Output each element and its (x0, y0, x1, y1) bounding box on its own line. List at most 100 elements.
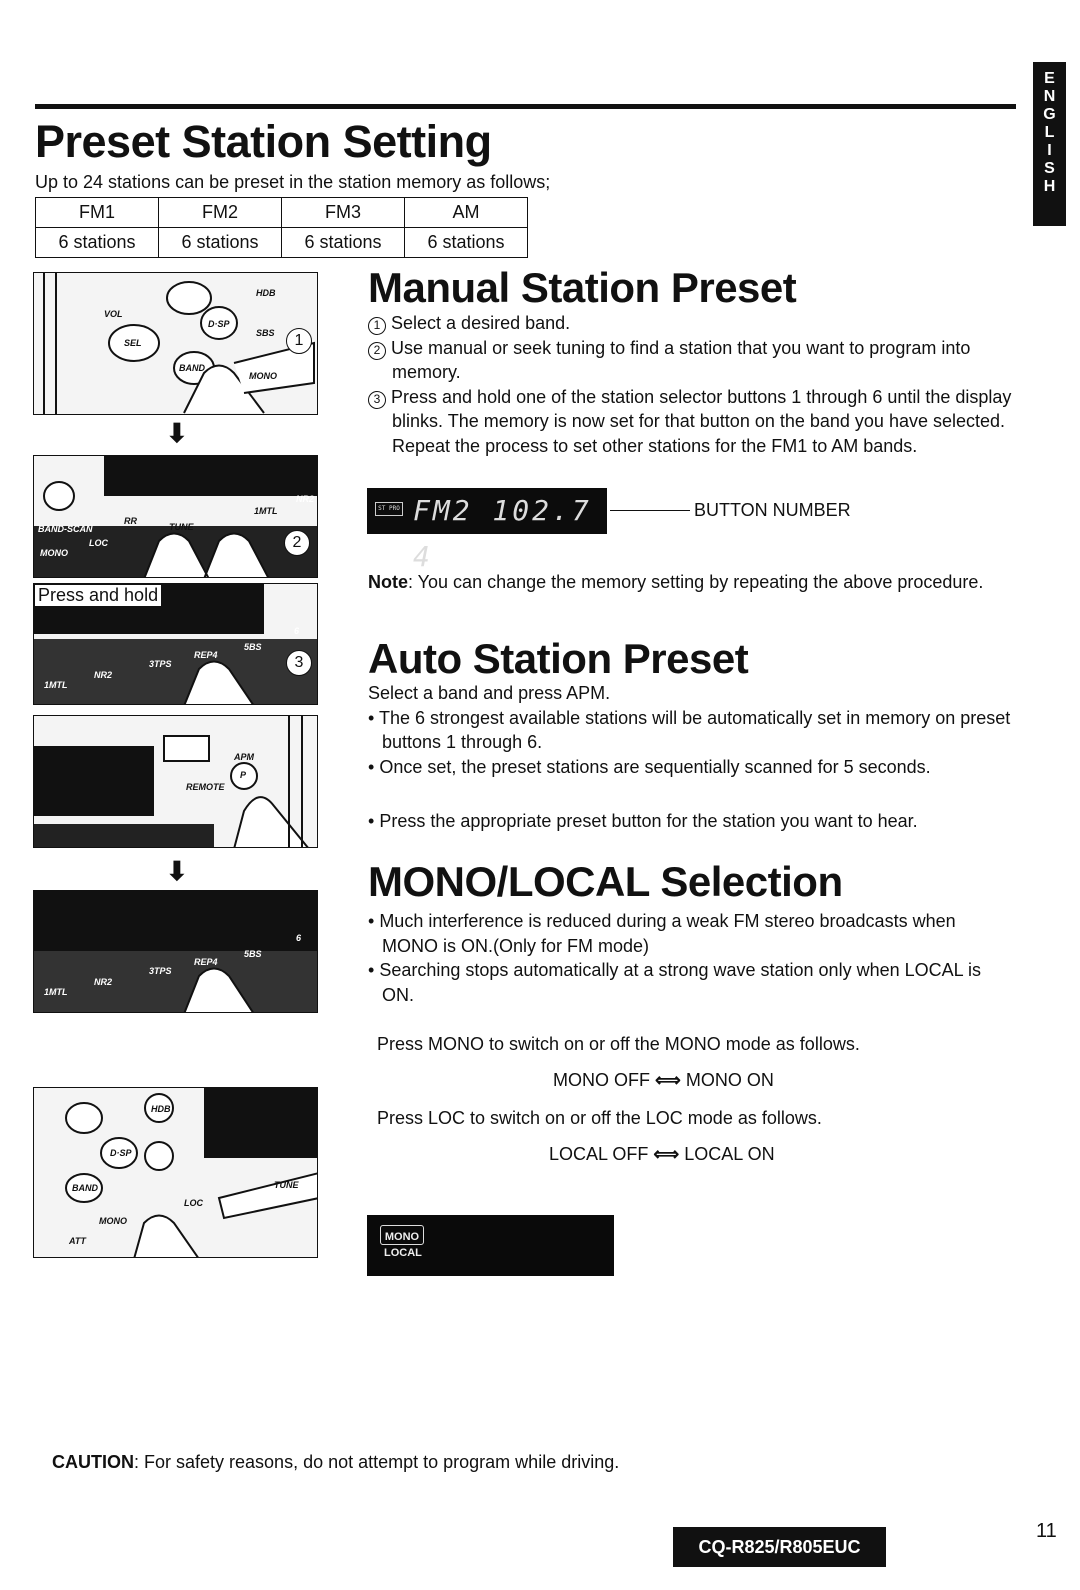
manual-preset-heading: Manual Station Preset (368, 264, 797, 311)
table-cell: 6 stations (35, 227, 159, 258)
mono-off-label: MONO OFF (553, 1070, 650, 1090)
step-number: 3 (286, 650, 312, 676)
page-number: 11 (1036, 1520, 1057, 1542)
lang-letter: N (1043, 88, 1056, 105)
intro-text: Up to 24 stations can be preset in the s… (35, 172, 551, 192)
mono-local-heading: MONO/LOCAL Selection (368, 858, 843, 905)
6-label: 6 (296, 933, 302, 943)
bullet-text: Once set, the preset stations are sequen… (379, 756, 931, 777)
mono-instruction: Press MONO to switch on or off the MONO … (377, 1034, 860, 1054)
mono-indicator: MONO (380, 1225, 424, 1245)
hdb-label: HDB (256, 288, 276, 298)
step-number: 1 (368, 317, 386, 335)
lang-letter: I (1047, 142, 1052, 159)
caution-body: : For safety reasons, do not attempt to … (134, 1452, 620, 1472)
lang-letter: E (1044, 70, 1055, 87)
mono-label: MONO (249, 371, 277, 381)
sbs-label: SBS (256, 328, 275, 338)
button-number-label: BUTTON NUMBER (694, 500, 851, 520)
rep4-label: REP4 (194, 957, 218, 967)
remote-label: REMOTE (186, 782, 225, 792)
bullet-text: Much interference is reduced during a we… (379, 911, 956, 956)
band-label: BAND (179, 363, 205, 373)
bullet-text: Press the appropriate preset button for … (379, 811, 918, 831)
5bs-label: 5BS (244, 642, 262, 652)
illustration-select-band: VOL SEL BAND MONO D·SP SBS HDB 1 (33, 272, 318, 415)
mono-toggle-sequence: MONO OFF ⟺ MONO ON (553, 1068, 1080, 1093)
illustration-apm: APM REMOTE P (33, 715, 318, 848)
page-title: Preset Station Setting (35, 116, 492, 167)
repeat-text: Repeat the process to set other stations… (392, 435, 918, 456)
dsp-label: D·SP (110, 1148, 132, 1158)
bullet-item: • Press the appropriate preset button fo… (368, 811, 918, 831)
bullet-item: • Once set, the preset stations are sequ… (368, 756, 931, 777)
5bs-label: 5BS (244, 949, 262, 959)
bullet-item: • Much interference is reduced during a … (368, 911, 956, 956)
table-header-row: FM1 FM2 FM3 AM (35, 197, 528, 228)
press-and-hold-callout: Press and hold (34, 584, 163, 607)
illustration-press-hold: Press and hold 1MTL NR2 3TPS REP4 5BS 6 … (33, 583, 318, 705)
band-label: BAND (72, 1183, 98, 1193)
note-label: Note (368, 572, 408, 592)
table-cell: 6 stations (404, 227, 528, 258)
illustration-tune: BAND-SCAN RR TUNE MONO LOC 1MTL NR2 2 (33, 455, 318, 578)
att-label: ATT (69, 1236, 86, 1246)
3tps-label: 3TPS (149, 966, 172, 976)
step-text: Select a desired band. (391, 313, 571, 333)
loc-label: LOC (184, 1198, 203, 1208)
table-header: FM3 (281, 197, 405, 228)
station-table: FM1 FM2 FM3 AM 6 stations 6 stations 6 statio… (35, 197, 528, 258)
step-number: 3 (368, 390, 386, 409)
hdb-label: HDB (151, 1104, 171, 1114)
lcd-display-mono-local: MONO LOCAL (367, 1215, 614, 1276)
note: Note: You can change the memory setting … (368, 570, 1018, 595)
sel-label: SEL (124, 338, 142, 348)
double-arrow-icon: ⟺ (655, 1070, 681, 1090)
down-arrow-icon: ⬇ (166, 418, 188, 448)
display-text: FM2 102.7 4 (413, 494, 592, 573)
nr2-label: NR2 (296, 494, 315, 504)
1mtl-label: 1MTL (44, 680, 68, 690)
manual-steps: 1 Select a desired band. 2 Use manual or… (368, 311, 1018, 458)
mono-body: • Much interference is reduced during a … (368, 909, 988, 1007)
auto-preset-heading: Auto Station Preset (368, 635, 749, 682)
step-number: 2 (284, 530, 310, 556)
loc-instruction: Press LOC to switch on or off the LOC mo… (377, 1108, 822, 1128)
loc-label: LOC (89, 538, 108, 548)
auto-intro: Select a band and press APM. (368, 683, 611, 703)
step-number: 2 (368, 341, 386, 360)
lcd-display-preset: ST PRO FM2 102.7 4 (367, 488, 607, 573)
caution-label: CAUTION (52, 1452, 134, 1472)
bullet-item: • The 6 strongest available stations wil… (368, 707, 1011, 753)
display-tag: ST PRO (375, 502, 403, 516)
auto-body: Select a band and press APM. • The 6 str… (368, 681, 1018, 834)
nr2-label: NR2 (94, 670, 113, 680)
1mtl-label: 1MTL (254, 506, 278, 516)
apm-label: APM (234, 752, 254, 762)
mono-on-label: MONO ON (685, 1070, 774, 1090)
step-number: 1 (286, 328, 312, 354)
step-2: 2 Use manual or seek tuning to find a st… (368, 336, 1018, 385)
lang-letter: S (1044, 160, 1055, 177)
note-text: : You can change the memory setting by r… (408, 572, 984, 592)
double-arrow-icon: ⟺ (653, 1144, 680, 1164)
step-text: Press and hold one of the station select… (391, 386, 1012, 432)
step-3: 3 Press and hold one of the station sele… (368, 385, 1018, 434)
bullet-text: The 6 strongest available stations will … (378, 707, 1011, 753)
tune-label: TUNE (274, 1180, 299, 1190)
lang-letter: G (1043, 106, 1056, 123)
table-cell: 6 stations (158, 227, 282, 258)
mono-label: MONO (40, 548, 68, 558)
local-on-label: LOCAL ON (684, 1144, 775, 1164)
language-tab: ENGLISH (1033, 62, 1066, 226)
leader-line (610, 510, 690, 511)
bullet-item: • Searching stops automatically at a str… (368, 960, 981, 1005)
caution-text: CAUTION: For safety reasons, do not atte… (52, 1452, 619, 1473)
table-header: FM1 (35, 197, 159, 228)
local-off-label: LOCAL OFF (549, 1144, 649, 1164)
table-header: FM2 (158, 197, 282, 228)
rr-label: RR (124, 516, 137, 526)
bullet-text: Searching stops automatically at a stron… (379, 960, 981, 1005)
vol-label: VOL (104, 309, 123, 319)
tune-label: TUNE (169, 522, 194, 532)
